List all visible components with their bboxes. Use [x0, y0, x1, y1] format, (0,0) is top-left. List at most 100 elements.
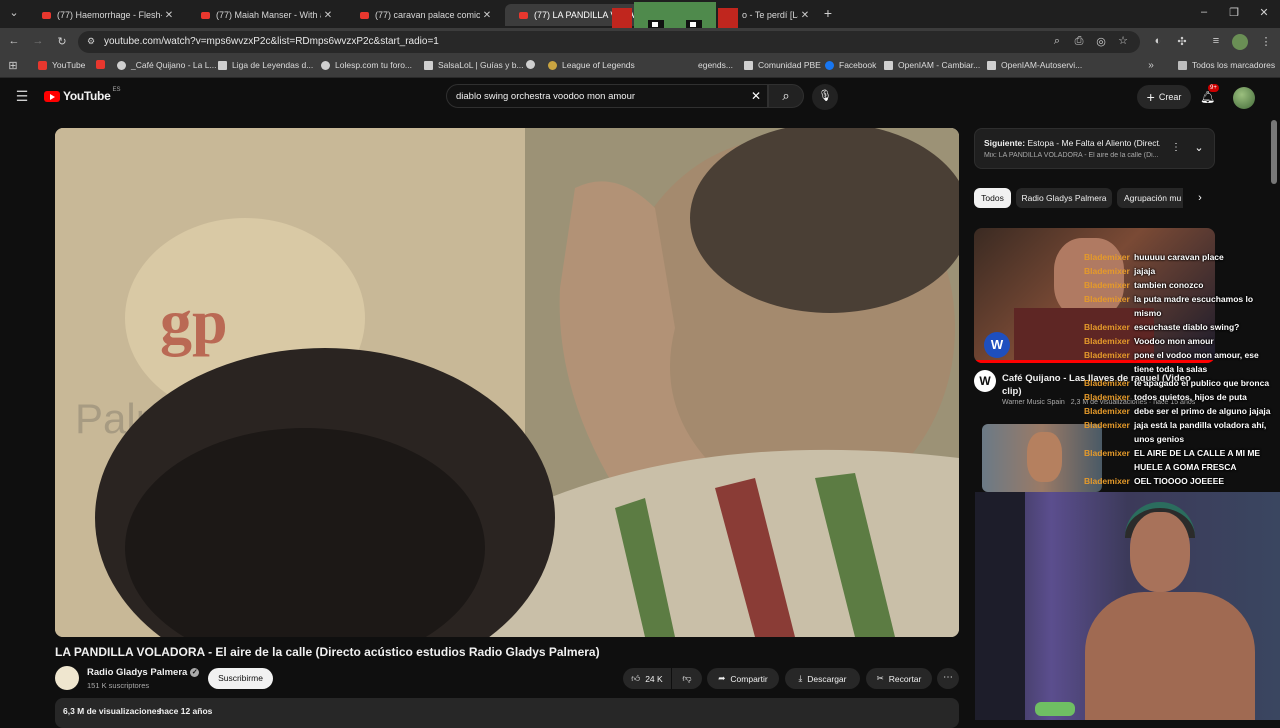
- chat-text: te apagado el publico que bronca: [1134, 378, 1270, 388]
- share-button[interactable]: ➦ Compartir: [707, 668, 779, 689]
- browser-menu-icon[interactable]: ⋮: [1258, 35, 1274, 48]
- site-info-icon[interactable]: ⚙: [84, 36, 98, 47]
- bookmark-item[interactable]: OpenIAM - Cambiar...: [884, 60, 980, 70]
- like-button[interactable]: 👍︎ 24 K: [623, 668, 671, 689]
- browser-tab[interactable]: (77) caravan palace comics - Yo ✕: [346, 4, 498, 26]
- back-icon[interactable]: ←: [6, 35, 22, 47]
- bookmark-item[interactable]: [526, 60, 540, 69]
- folder-icon: [1178, 60, 1187, 70]
- voice-search-button[interactable]: 🎙︎: [812, 84, 838, 110]
- bookmark-item[interactable]: Comunidad PBE: [744, 60, 821, 70]
- dislike-button[interactable]: 👎︎: [672, 668, 702, 689]
- clip-button[interactable]: ✂ Recortar: [866, 668, 932, 689]
- bookmark-item[interactable]: Liga de Leyendas d...: [218, 60, 313, 70]
- chip-agrupacion[interactable]: Agrupación mu: [1117, 188, 1183, 208]
- chip-todos[interactable]: Todos: [974, 188, 1011, 208]
- bookmark-item[interactable]: [96, 60, 110, 69]
- globe-icon: [321, 60, 330, 70]
- up-next-title: Estopa - Me Falta el Aliento (Direct...: [1027, 138, 1160, 148]
- bookmark-item[interactable]: OpenIAM-Autoservi...: [987, 60, 1082, 70]
- search-button[interactable]: ⌕: [768, 84, 804, 108]
- reading-list-icon[interactable]: ≡: [1208, 35, 1224, 47]
- bookmark-favicon-icon: [884, 60, 893, 70]
- bookmark-item[interactable]: egends...: [698, 60, 733, 70]
- bookmark-favicon-icon: [744, 60, 753, 70]
- chat-username: Blademixer: [1084, 280, 1130, 290]
- close-tab-icon[interactable]: ✕: [480, 10, 494, 21]
- browser-tab[interactable]: (77) Haemorrhage - Flesh-devo ✕: [28, 4, 180, 26]
- hamburger-menu-icon[interactable]: ☰: [14, 88, 30, 105]
- bell-icon: 🔔︎: [1200, 90, 1216, 104]
- minimize-window-icon[interactable]: –: [1196, 6, 1212, 18]
- all-bookmarks[interactable]: Todos los marcadores: [1178, 60, 1275, 70]
- channel-name[interactable]: Radio Gladys Palmera ✓: [87, 667, 200, 678]
- notifications-button[interactable]: 🔔︎ 9+: [1200, 84, 1219, 104]
- more-vertical-icon[interactable]: ⋮: [1170, 142, 1182, 153]
- youtube-logo[interactable]: YouTube ES: [44, 87, 120, 103]
- forward-icon[interactable]: →: [30, 35, 46, 47]
- chips-next-icon[interactable]: ›: [1194, 192, 1206, 204]
- up-next-panel[interactable]: Siguiente: Estopa - Me Falta el Aliento …: [974, 128, 1215, 169]
- browser-tab[interactable]: (77) Maiah Manser - With a Sm ✕: [187, 4, 339, 26]
- tracking-icon[interactable]: ◎: [1094, 35, 1108, 48]
- download-button[interactable]: ⤓ Descargar: [785, 668, 860, 689]
- chip-radio-gladys[interactable]: Radio Gladys Palmera: [1016, 188, 1112, 208]
- profile-avatar-icon[interactable]: [1232, 34, 1248, 50]
- close-tab-icon[interactable]: ✕: [162, 10, 176, 21]
- close-window-icon[interactable]: ✕: [1256, 6, 1272, 19]
- chat-text: jaja está la pandilla voladora ahí, unos…: [1134, 420, 1267, 444]
- apps-grid-icon[interactable]: ⊞: [6, 59, 20, 72]
- youtube-favicon-icon: [519, 11, 528, 19]
- bookmark-item[interactable]: _Café Quijano - La L...: [117, 60, 217, 70]
- description-box[interactable]: 6,3 M de visualizaciones hace 12 años: [55, 698, 959, 728]
- chat-username: Blademixer: [1084, 378, 1130, 388]
- zoom-icon[interactable]: ⌕: [1050, 35, 1064, 48]
- thumbs-up-icon: 👍︎: [631, 673, 641, 683]
- chevron-down-icon[interactable]: ⌄: [1192, 141, 1206, 154]
- page-scrollbar[interactable]: [1271, 120, 1277, 184]
- video-player[interactable]: gp Palme: [55, 128, 959, 637]
- address-bar[interactable]: ⚙ youtube.com/watch?v=mps6wvzxP2c&list=R…: [78, 31, 1140, 53]
- bookmark-item[interactable]: SalsaLoL | Guías y b...: [424, 60, 524, 70]
- close-tab-icon[interactable]: ✕: [798, 10, 812, 21]
- chat-username: Blademixer: [1084, 448, 1130, 458]
- new-tab-icon[interactable]: +: [820, 5, 836, 21]
- chat-text: OEL TIOOOO JOEEEE: [1134, 476, 1225, 486]
- more-horizontal-icon: ⋯: [943, 672, 953, 683]
- chat-username: Blademixer: [1084, 252, 1130, 262]
- chat-username: Blademixer: [1084, 406, 1130, 416]
- bookmark-item[interactable]: Lolesp.com tu foro...: [321, 60, 412, 70]
- chat-text: todos quietos, hijos de puta: [1134, 392, 1247, 402]
- chat-text: huuuuu caravan place: [1134, 252, 1224, 262]
- search-input[interactable]: diablo swing orchestra voodoo mon amour …: [446, 84, 768, 108]
- plus-icon: +: [1146, 89, 1155, 105]
- install-icon[interactable]: ⎙: [1072, 35, 1086, 48]
- chat-username: Blademixer: [1084, 392, 1130, 402]
- reload-icon[interactable]: ↻: [54, 35, 70, 48]
- extensions-puzzle-icon[interactable]: ✣: [1174, 35, 1190, 48]
- account-avatar[interactable]: [1233, 87, 1255, 109]
- bookmark-favicon-icon: [424, 60, 433, 70]
- up-next-label: Siguiente:: [984, 138, 1026, 148]
- youtube-favicon-icon: [360, 11, 369, 19]
- close-tab-icon[interactable]: ✕: [321, 10, 335, 21]
- clear-search-icon[interactable]: ✕: [749, 89, 763, 103]
- league-icon: [548, 60, 557, 70]
- tab-search-icon[interactable]: ⌄: [6, 6, 22, 19]
- related-channel-avatar[interactable]: W: [974, 370, 996, 392]
- subscribe-button[interactable]: Suscribirme: [208, 668, 273, 689]
- channel-avatar[interactable]: [55, 666, 79, 690]
- more-actions-button[interactable]: ⋯: [937, 668, 959, 689]
- bookmark-item[interactable]: League of Legends: [548, 60, 635, 70]
- extension-icon[interactable]: ◐: [1150, 35, 1166, 47]
- bookmark-star-icon[interactable]: ☆: [1116, 34, 1130, 47]
- warner-logo-icon: W: [984, 332, 1010, 358]
- more-bookmarks-icon[interactable]: »: [1144, 60, 1158, 71]
- bookmark-favicon-icon: [987, 60, 996, 70]
- bookmark-item[interactable]: YouTube: [38, 60, 85, 70]
- bookmark-item[interactable]: Facebook: [825, 60, 876, 70]
- url-text: youtube.com/watch?v=mps6wvzxP2c&list=RDm…: [104, 36, 439, 47]
- notification-badge: 9+: [1208, 84, 1219, 92]
- create-button[interactable]: + Crear: [1137, 85, 1191, 109]
- restore-window-icon[interactable]: ❐: [1226, 6, 1242, 19]
